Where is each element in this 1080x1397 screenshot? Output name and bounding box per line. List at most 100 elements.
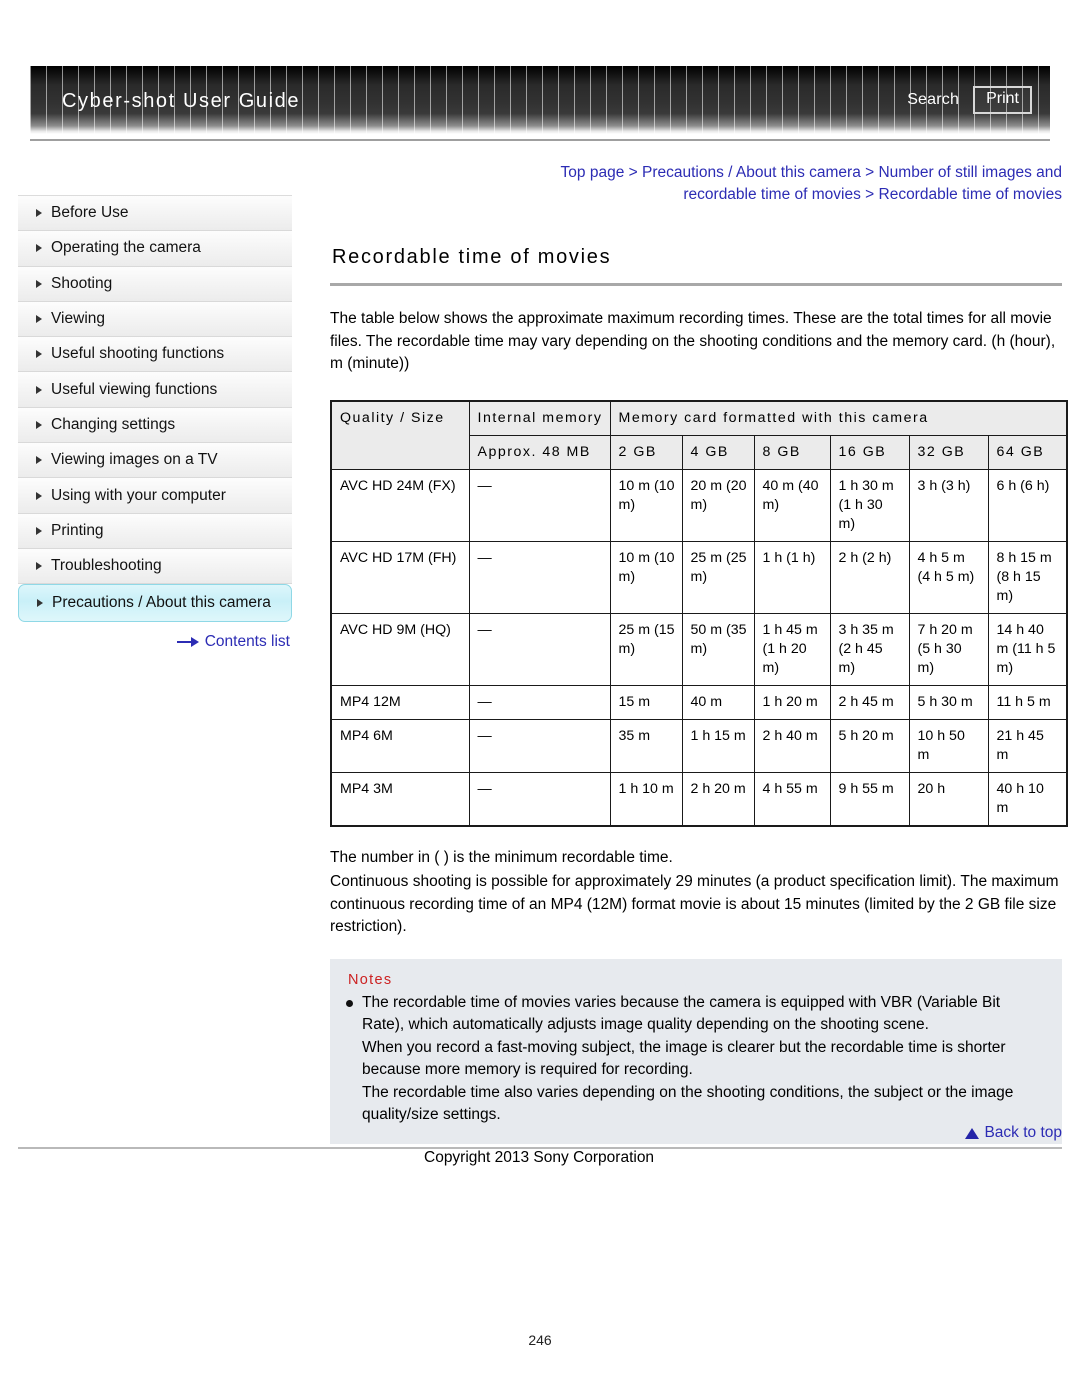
- note-paragraph: The recordable time also varies dependin…: [362, 1083, 1014, 1124]
- notes-title: Notes: [348, 971, 393, 988]
- cell-recordable-time: 1 h 10 m: [609, 771, 683, 826]
- cell-internal-memory: —: [468, 684, 611, 720]
- cell-recordable-time: 2 h 40 m: [753, 718, 831, 773]
- sidebar-item-precautions-about-this-camera[interactable]: Precautions / About this camera: [18, 584, 292, 623]
- sidebar-item-shooting[interactable]: Shooting: [18, 266, 292, 302]
- sidebar-item-label: Troubleshooting: [51, 557, 162, 575]
- triangle-right-icon: [36, 420, 42, 429]
- cell-recordable-time: 1 h 20 m: [753, 684, 831, 720]
- header-capacity-2gb: 2 GB: [609, 434, 683, 470]
- cell-quality-size: MP4 12M: [330, 684, 470, 720]
- table-row: AVC HD 17M (FH) —10 m (10 m) 25 m (25 m) 1 …: [330, 540, 1068, 614]
- sidebar-item-label: Operating the camera: [51, 239, 201, 257]
- triangle-right-icon: [37, 599, 43, 608]
- table-body: AVC HD 24M (FX) —10 m (10 m) 20 m (20 m) 40…: [330, 468, 1068, 826]
- notes-text: The recordable time of movies varies bec…: [362, 992, 1046, 1127]
- header-capacity-16gb: 16 GB: [829, 434, 910, 470]
- cell-recordable-time: 35 m: [609, 718, 683, 773]
- print-button[interactable]: Print: [973, 86, 1032, 114]
- table-head: Quality / Size Internal memory Memory ca…: [330, 400, 1068, 470]
- table-row: MP4 3M —1 h 10 m2 h 20 m4 h 55 m9 h 55 m2…: [330, 771, 1068, 826]
- page-title: Recordable time of movies: [332, 246, 612, 268]
- contents-list-row[interactable]: Contents list: [18, 633, 292, 651]
- sidebar-item-operating-the-camera[interactable]: Operating the camera: [18, 231, 292, 267]
- table-header-row-1: Quality / Size Internal memory Memory ca…: [330, 400, 1068, 470]
- contents-list-link[interactable]: Contents list: [205, 633, 290, 651]
- cell-quality-size: AVC HD 17M (FH): [330, 540, 470, 614]
- note-paragraph: When you record a fast-moving subject, t…: [362, 1038, 1006, 1079]
- triangle-right-icon: [36, 350, 42, 359]
- table-row: AVC HD 9M (HQ) —25 m (15 m) 50 m (35 m) 1 h…: [330, 612, 1068, 686]
- page-number: 246: [528, 1332, 552, 1348]
- minimum-time-note: The number in ( ) is the minimum recorda…: [330, 848, 673, 866]
- sidebar-item-printing[interactable]: Printing: [18, 513, 292, 549]
- cell-recordable-time: 40 m: [681, 684, 755, 720]
- sidebar-item-changing-settings[interactable]: Changing settings: [18, 407, 292, 444]
- sidebar-item-using-with-your-computer[interactable]: Using with your computer: [18, 478, 292, 514]
- search-link[interactable]: Search: [907, 91, 959, 109]
- sidebar-item-label: Shooting: [51, 274, 113, 292]
- cell-recordable-time: 20 h: [908, 771, 989, 826]
- title-divider: [330, 283, 1062, 286]
- sidebar-item-label: Precautions / About this camera: [52, 594, 271, 612]
- cell-recordable-time: 3 h (3 h): [908, 468, 989, 542]
- sidebar-item-label: Printing: [51, 521, 104, 539]
- copyright-text: Copyright 2013 Sony Corporation: [424, 1149, 655, 1166]
- triangle-right-icon: [36, 315, 42, 324]
- sidebar: Before Use Operating the camera Shooting Vi…: [18, 195, 292, 651]
- triangle-right-icon: [36, 526, 42, 535]
- header-capacity-8gb: 8 GB: [753, 434, 831, 470]
- cell-recordable-time: 21 h 45 m: [987, 718, 1068, 773]
- note-paragraph: The recordable time of movies varies bec…: [362, 993, 1001, 1034]
- continuous-shooting-note: Continuous shooting is possible for appr…: [330, 873, 1059, 935]
- cell-recordable-time: 9 h 55 m: [829, 771, 910, 826]
- cell-recordable-time: 4 h 5 m (4 h 5 m): [908, 540, 989, 614]
- cell-recordable-time: 14 h 40 m (11 h 5 m): [987, 612, 1068, 686]
- cell-recordable-time: 8 h 15 m (8 h 15 m): [987, 540, 1068, 614]
- cell-recordable-time: 10 h 50 m: [908, 718, 989, 773]
- sidebar-item-label: Useful viewing functions: [51, 380, 218, 398]
- sidebar-item-label: Using with your computer: [51, 486, 226, 504]
- sidebar-item-viewing[interactable]: Viewing: [18, 301, 292, 338]
- sidebar-item-before-use[interactable]: Before Use: [18, 196, 292, 232]
- cell-quality-size: AVC HD 24M (FX): [330, 468, 470, 542]
- back-to-top-link[interactable]: Back to top: [984, 1124, 1062, 1142]
- sidebar-item-label: Changing settings: [51, 415, 176, 433]
- cell-quality-size: AVC HD 9M (HQ): [330, 612, 470, 686]
- triangle-right-icon: [36, 209, 42, 218]
- cell-recordable-time: 40 h 10 m: [987, 771, 1068, 826]
- sidebar-item-label: Useful shooting functions: [51, 345, 225, 363]
- cell-recordable-time: 10 m (10 m): [609, 468, 683, 542]
- cell-internal-memory: —: [468, 612, 611, 686]
- header-capacity-4gb: 4 GB: [681, 434, 755, 470]
- cell-recordable-time: 5 h 30 m: [908, 684, 989, 720]
- cell-recordable-time: 2 h 20 m: [681, 771, 755, 826]
- arrow-right-icon: [176, 637, 199, 648]
- header-memory-card-group: Memory card formatted with this camera: [609, 400, 1068, 436]
- cell-recordable-time: 11 h 5 m: [987, 684, 1068, 720]
- sidebar-item-useful-viewing-functions[interactable]: Useful viewing functions: [18, 372, 292, 408]
- bullet-icon: [346, 999, 353, 1007]
- back-to-top-row[interactable]: Back to top: [330, 1124, 1062, 1142]
- triangle-up-icon: [965, 1127, 980, 1139]
- triangle-right-icon: [36, 456, 42, 465]
- site-header: Cyber-shot User Guide Search Print: [30, 66, 1050, 134]
- notes-box: Notes The recordable time of movies vari…: [330, 958, 1062, 1144]
- intro-paragraph: The table below shows the approximate ma…: [330, 310, 1056, 372]
- triangle-right-icon: [36, 279, 42, 288]
- after-table-notes: The number in ( ) is the minimum recorda…: [330, 847, 1062, 939]
- sidebar-item-label: Before Use: [51, 204, 129, 222]
- main-content: Recordable time of movies The table belo…: [330, 246, 1069, 1144]
- cell-recordable-time: 1 h 45 m (1 h 20 m): [753, 612, 831, 686]
- triangle-right-icon: [36, 562, 42, 571]
- notes-body: The recordable time of movies varies bec…: [346, 992, 1046, 1127]
- table-row: MP4 6M —35 m1 h 15 m2 h 40 m5 h 20 m 10 h …: [330, 718, 1068, 773]
- sidebar-item-viewing-images-on-a-tv[interactable]: Viewing images on a TV: [18, 443, 292, 479]
- cell-recordable-time: 25 m (15 m): [609, 612, 683, 686]
- cell-recordable-time: 10 m (10 m): [609, 540, 683, 614]
- sidebar-item-useful-shooting-functions[interactable]: Useful shooting functions: [18, 337, 292, 373]
- header-capacity-32gb: 32 GB: [908, 434, 989, 470]
- breadcrumb[interactable]: Top page > Precautions / About this came…: [540, 162, 1062, 206]
- sidebar-item-troubleshooting[interactable]: Troubleshooting: [18, 548, 292, 585]
- cell-recordable-time: 7 h 20 m (5 h 30 m): [908, 612, 989, 686]
